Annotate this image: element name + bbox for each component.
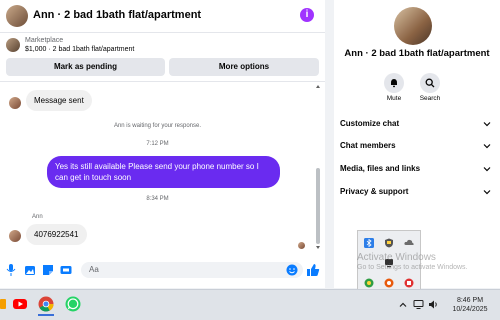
- gif-icon[interactable]: [60, 264, 72, 276]
- monitor-icon[interactable]: [413, 299, 424, 310]
- chat-header: Ann · 2 bad 1bath flat/apartment i: [0, 0, 325, 33]
- listing-thumbnail[interactable]: [6, 38, 20, 52]
- sender-name: Ann: [32, 214, 43, 220]
- row-label: Chat members: [340, 141, 396, 150]
- row-label: Privacy & support: [340, 187, 409, 196]
- app-tray-icon[interactable]: [364, 278, 374, 288]
- marketplace-label: Marketplace: [25, 37, 64, 44]
- search-icon: [420, 73, 440, 93]
- avatar[interactable]: [9, 230, 21, 242]
- seen-avatar: [298, 242, 305, 249]
- message-input-placeholder: Aa: [89, 265, 99, 274]
- volume-icon[interactable]: [428, 299, 439, 310]
- search-label: Search: [419, 95, 441, 102]
- bluetooth-icon[interactable]: [364, 238, 374, 248]
- profile-avatar[interactable]: [394, 7, 432, 45]
- row-privacy-support[interactable]: Privacy & support: [340, 187, 492, 201]
- cloud-sync-icon[interactable]: [404, 238, 414, 248]
- chat-title[interactable]: Ann · 2 bad 1bath flat/apartment: [33, 9, 201, 21]
- activate-windows-watermark: Activate Windows Go to Settings to activ…: [357, 252, 468, 271]
- like-icon[interactable]: [306, 263, 320, 277]
- chrome-icon[interactable]: [38, 296, 54, 312]
- more-options-button[interactable]: More options: [169, 58, 319, 76]
- chevron-down-icon: [483, 190, 491, 195]
- mute-label: Mute: [386, 95, 402, 102]
- row-customize-chat[interactable]: Customize chat: [340, 119, 492, 133]
- active-app-indicator: [38, 314, 54, 316]
- info-icon[interactable]: i: [300, 8, 314, 22]
- emoji-icon[interactable]: [286, 264, 298, 276]
- row-label: Customize chat: [340, 119, 400, 128]
- clock[interactable]: 8:46 PM 10/24/2025: [440, 296, 500, 314]
- app-icon[interactable]: [0, 296, 6, 312]
- clock-time: 8:46 PM: [456, 297, 484, 304]
- app-tray-icon[interactable]: [384, 278, 394, 288]
- watermark-line2: Go to Settings to activate Windows.: [357, 264, 468, 271]
- app-tray-icon[interactable]: [404, 278, 414, 288]
- marketplace-banner: Marketplace $1,000 · 2 bad 1bath flat/ap…: [0, 33, 325, 82]
- youtube-icon[interactable]: [12, 296, 28, 312]
- chevron-up-icon[interactable]: [398, 300, 408, 310]
- profile-title: Ann · 2 bad 1bath flat/apartment: [344, 48, 490, 59]
- message-bubble[interactable]: Message sent: [26, 90, 92, 111]
- row-label: Media, files and links: [340, 164, 421, 173]
- message-input[interactable]: Aa: [81, 262, 303, 278]
- row-chat-members[interactable]: Chat members: [340, 141, 492, 155]
- sticker-icon[interactable]: [42, 264, 54, 276]
- search-button[interactable]: Search: [410, 73, 450, 102]
- message-bubble-outgoing[interactable]: Yes its still available Please send your…: [47, 156, 280, 188]
- chevron-down-icon: [483, 122, 491, 127]
- microphone-icon[interactable]: [5, 264, 17, 276]
- timestamp: 8:34 PM: [146, 196, 169, 202]
- listing-summary[interactable]: $1,000 · 2 bad 1bath flat/apartment: [25, 46, 134, 53]
- message-bubble[interactable]: 4076922541: [26, 224, 87, 245]
- photo-icon[interactable]: [24, 264, 36, 276]
- mark-as-pending-button[interactable]: Mark as pending: [6, 58, 165, 76]
- message-list: Message sent Ann is waiting for your res…: [0, 82, 325, 254]
- chevron-down-icon: [483, 144, 491, 149]
- avatar[interactable]: [9, 97, 21, 109]
- scrollbar-thumb[interactable]: [316, 168, 320, 244]
- whatsapp-icon[interactable]: [65, 296, 81, 312]
- clock-date: 10/24/2025: [452, 306, 488, 313]
- mute-button[interactable]: Mute: [374, 73, 414, 102]
- chevron-down-icon: [483, 167, 491, 172]
- waiting-notice: Ann is waiting for your response.: [113, 123, 202, 129]
- timestamp: 7:12 PM: [146, 141, 169, 147]
- security-icon[interactable]: [384, 238, 394, 248]
- row-media-files-links[interactable]: Media, files and links: [340, 164, 492, 178]
- chat-avatar[interactable]: [6, 5, 28, 27]
- watermark-line1: Activate Windows: [357, 252, 436, 263]
- bell-icon: [384, 73, 404, 93]
